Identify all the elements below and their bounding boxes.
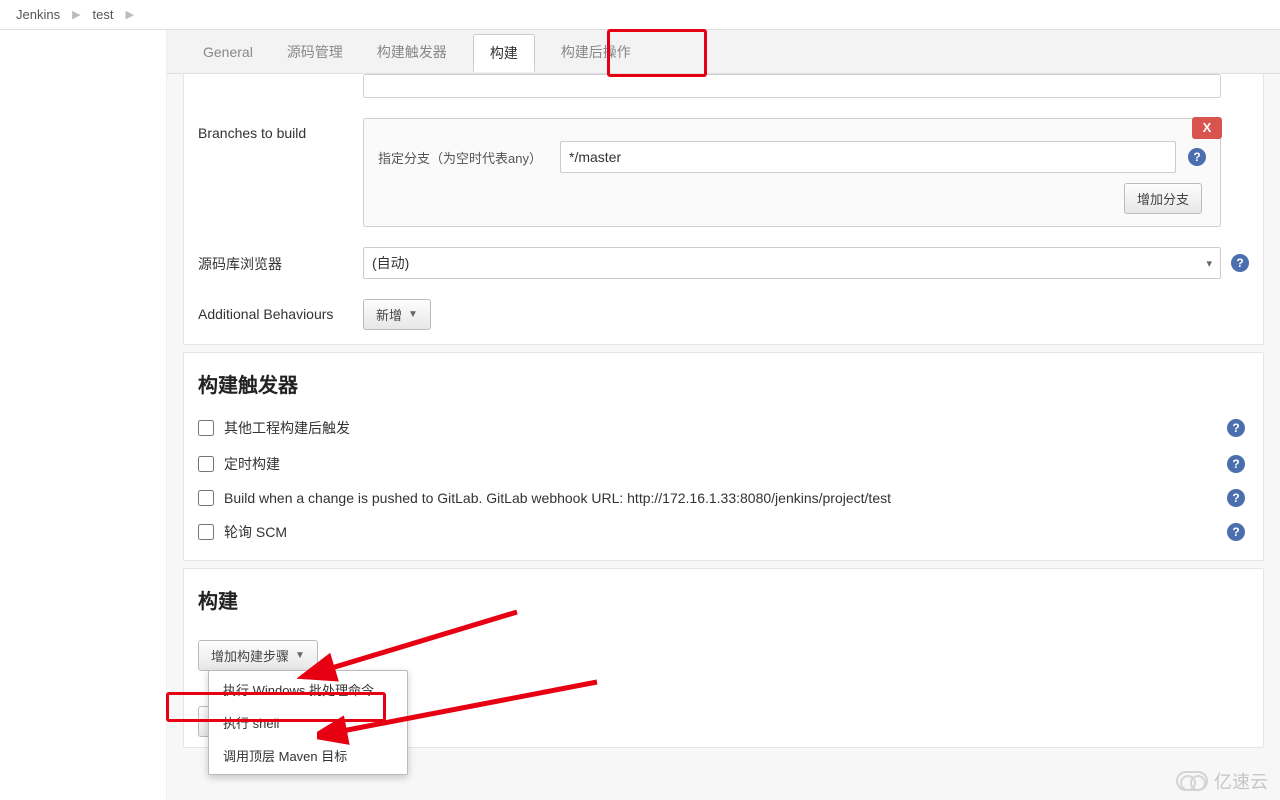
build-step-menu: 执行 Windows 批处理命令 执行 shell 调用顶层 Maven 目标 [208,670,408,775]
trigger-after-other-checkbox[interactable] [198,420,214,436]
tab-build[interactable]: 构建 [473,34,535,72]
help-icon[interactable]: ? [1227,489,1245,507]
branch-field-label: 指定分支（为空时代表any） [378,148,548,167]
trigger-after-other-row: 其他工程构建后触发 ? [198,410,1249,446]
repo-browser-select[interactable]: (自动) ▾ [363,247,1221,279]
branches-box: X 指定分支（为空时代表any） ? 增加分支 [363,118,1221,227]
trigger-cron-checkbox[interactable] [198,456,214,472]
help-icon[interactable]: ? [1231,254,1249,272]
add-build-step-button[interactable]: 增加构建步骤 ▼ [198,640,318,671]
trigger-poll-label: 轮询 SCM [224,522,287,542]
branches-label: Branches to build [198,118,363,141]
trigger-gitlab-checkbox[interactable] [198,490,214,506]
add-branch-label: 增加分支 [1137,189,1189,208]
add-behaviour-label: 新增 [376,305,402,324]
menu-item-shell[interactable]: 执行 shell [209,706,407,739]
breadcrumb: Jenkins ▶ test ▶ [0,0,1280,30]
caret-down-icon: ▼ [408,309,418,320]
add-branch-button[interactable]: 增加分支 [1124,183,1202,214]
repo-browser-value: (自动) [372,253,409,273]
chevron-right-icon: ▶ [72,8,80,21]
add-behaviour-button[interactable]: 新增 ▼ [363,299,431,330]
tab-post[interactable]: 构建后操作 [553,32,639,72]
tab-triggers[interactable]: 构建触发器 [369,32,455,72]
triggers-title: 构建触发器 [198,369,1249,398]
watermark-text: 亿速云 [1214,768,1268,794]
trigger-poll-row: 轮询 SCM ? [198,514,1249,550]
caret-down-icon: ▼ [295,650,305,661]
trigger-poll-checkbox[interactable] [198,524,214,540]
config-tabs: General 源码管理 构建触发器 构建 构建后操作 [167,30,1280,74]
breadcrumb-item[interactable]: test [93,7,114,22]
chevron-right-icon: ▶ [126,8,134,21]
delete-branch-button[interactable]: X [1192,117,1222,139]
help-icon[interactable]: ? [1227,455,1245,473]
trigger-gitlab-row: Build when a change is pushed to GitLab.… [198,482,1249,514]
tab-scm[interactable]: 源码管理 [279,32,351,72]
trigger-gitlab-label: Build when a change is pushed to GitLab.… [224,490,891,506]
chevron-down-icon: ▾ [1206,257,1212,270]
build-section: 构建 增加构建步骤 ▼ 执行 Windows 批处理命令 执行 shell 调用… [183,568,1264,748]
menu-item-maven[interactable]: 调用顶层 Maven 目标 [209,739,407,772]
build-title: 构建 [198,585,1249,614]
repo-browser-label: 源码库浏览器 [198,247,363,274]
add-build-step-label: 增加构建步骤 [211,646,289,665]
tab-general[interactable]: General [195,34,261,70]
empty-label [198,74,363,81]
scm-section: Branches to build X 指定分支（为空时代表any） ? 增加分… [183,74,1264,345]
help-icon[interactable]: ? [1227,523,1245,541]
left-gutter [0,30,166,800]
branch-input[interactable] [560,141,1176,173]
menu-item-win-batch[interactable]: 执行 Windows 批处理命令 [209,673,407,706]
trigger-cron-label: 定时构建 [224,454,280,474]
addl-behaviours-label: Additional Behaviours [198,299,363,322]
watermark-icon [1176,771,1208,791]
breadcrumb-root[interactable]: Jenkins [16,7,60,22]
triggers-section: 构建触发器 其他工程构建后触发 ? 定时构建 ? Build when a ch… [183,352,1264,561]
watermark: 亿速云 [1176,768,1268,794]
help-icon[interactable]: ? [1227,419,1245,437]
help-icon[interactable]: ? [1188,148,1206,166]
trigger-after-other-label: 其他工程构建后触发 [224,418,350,438]
prev-config-box [363,74,1221,98]
trigger-cron-row: 定时构建 ? [198,446,1249,482]
